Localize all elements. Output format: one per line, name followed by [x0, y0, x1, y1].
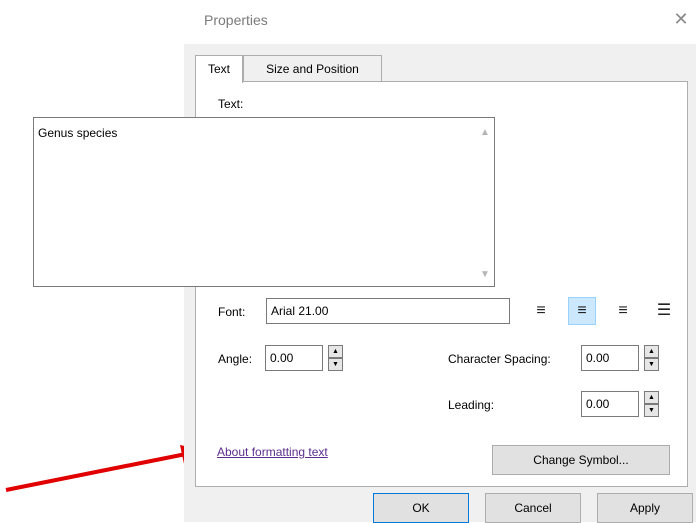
- text-textarea[interactable]: Genus species ▲ ▼: [33, 117, 495, 287]
- character-spacing-down-icon[interactable]: ▼: [644, 358, 659, 371]
- leading-up-icon[interactable]: ▲: [644, 391, 659, 404]
- angle-stepper: ▲ ▼: [328, 345, 343, 371]
- font-label: Font:: [218, 305, 246, 319]
- angle-input[interactable]: [265, 345, 323, 371]
- leading-input[interactable]: [581, 391, 639, 417]
- character-spacing-stepper: ▲ ▼: [644, 345, 659, 371]
- character-spacing-input[interactable]: [581, 345, 639, 371]
- align-justify-icon[interactable]: ☰: [650, 297, 678, 325]
- text-label: Text:: [218, 97, 244, 111]
- font-input[interactable]: [266, 298, 510, 324]
- character-spacing-label: Character Spacing:: [448, 352, 551, 366]
- align-left-icon[interactable]: ≡: [527, 297, 555, 325]
- align-right-icon[interactable]: ≡: [609, 297, 637, 325]
- scroll-up-icon[interactable]: ▲: [478, 126, 492, 140]
- cancel-button[interactable]: Cancel: [485, 493, 581, 523]
- close-icon[interactable]: ✕: [670, 8, 692, 30]
- align-center-icon[interactable]: ≡: [568, 297, 596, 325]
- tab-text[interactable]: Text: [195, 55, 243, 83]
- leading-down-icon[interactable]: ▼: [644, 404, 659, 417]
- text-textarea-value: Genus species: [38, 126, 118, 140]
- leading-label: Leading:: [448, 398, 495, 412]
- change-symbol-button[interactable]: Change Symbol...: [492, 445, 670, 475]
- tab-text-label: Text: [207, 62, 230, 76]
- ok-button[interactable]: OK: [373, 493, 469, 523]
- tab-size-and-position[interactable]: Size and Position: [243, 55, 382, 82]
- leading-stepper: ▲ ▼: [644, 391, 659, 417]
- title-bar: Properties ✕: [184, 0, 696, 44]
- apply-button[interactable]: Apply: [597, 493, 693, 523]
- character-spacing-up-icon[interactable]: ▲: [644, 345, 659, 358]
- angle-label: Angle:: [218, 352, 253, 366]
- angle-up-icon[interactable]: ▲: [328, 345, 343, 358]
- dialog-title: Properties: [204, 12, 268, 28]
- tab-size-label: Size and Position: [266, 62, 359, 76]
- scroll-down-icon[interactable]: ▼: [478, 268, 492, 282]
- about-formatting-text-link[interactable]: About formatting text: [217, 445, 328, 459]
- angle-down-icon[interactable]: ▼: [328, 358, 343, 371]
